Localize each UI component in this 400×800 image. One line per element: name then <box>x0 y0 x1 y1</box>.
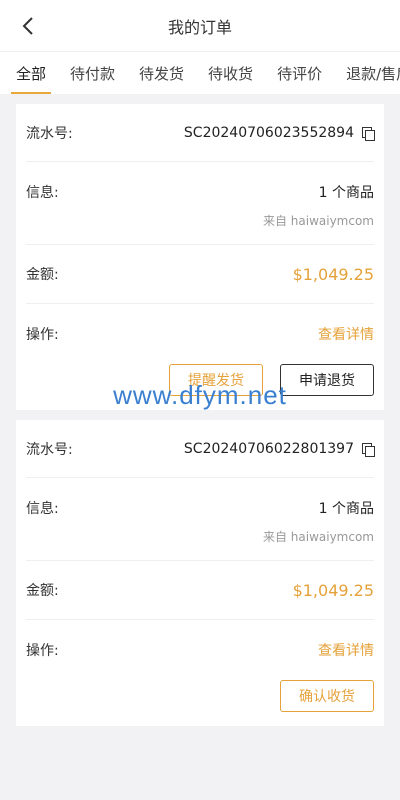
copy-icon[interactable] <box>362 126 375 141</box>
serial-label: 流水号: <box>26 441 73 458</box>
tab-all[interactable]: 全部 <box>4 52 58 94</box>
tab-pending-review[interactable]: 待评价 <box>265 52 334 94</box>
amount-row: 金额: $1,049.25 <box>26 561 374 620</box>
serial-value-wrap: SC20240706022801397 <box>183 440 375 457</box>
serial-number: SC20240706023552894 <box>183 124 354 141</box>
info-label: 信息: <box>26 501 59 517</box>
remind-shipment-button[interactable]: 提醒发货 <box>169 364 263 396</box>
page-title: 我的订单 <box>167 17 232 37</box>
copy-icon[interactable] <box>362 442 375 457</box>
chevron-left-icon <box>22 17 33 35</box>
serial-value-wrap: SC20240706023552894 <box>183 124 375 141</box>
action-label: 操作: <box>26 643 59 659</box>
item-source: 来自 haiwaiymcom <box>262 214 374 228</box>
view-details-link[interactable]: 查看详情 <box>318 324 374 344</box>
order-card: 流水号: SC20240706023552894 信息: 1 个商品 来自 ha… <box>16 104 384 410</box>
info-value: 1 个商品 来自 haiwaiymcom <box>263 182 374 229</box>
header-bar: 我的订单 <box>0 0 400 52</box>
item-count: 1 个商品 <box>318 501 374 517</box>
tab-refund-aftersale[interactable]: 退款/售后 <box>334 52 400 94</box>
request-return-button[interactable]: 申请退货 <box>280 364 374 396</box>
tab-pending-payment[interactable]: 待付款 <box>58 52 127 94</box>
action-row: 操作: 查看详情 <box>26 304 374 364</box>
order-card: 流水号: SC20240706022801397 信息: 1 个商品 来自 ha… <box>16 420 384 726</box>
action-buttons: 确认收货 <box>26 680 374 726</box>
action-row: 操作: 查看详情 <box>26 620 374 680</box>
amount-row: 金额: $1,049.25 <box>26 245 374 304</box>
item-source: 来自 haiwaiymcom <box>262 530 374 544</box>
amount-value: $1,049.25 <box>292 264 374 284</box>
view-details-link[interactable]: 查看详情 <box>318 640 374 660</box>
serial-row: 流水号: SC20240706022801397 <box>26 420 375 478</box>
order-tabs: 全部 待付款 待发货 待收货 待评价 退款/售后 <box>0 52 400 94</box>
info-row: 信息: 1 个商品 来自 haiwaiymcom <box>26 478 374 561</box>
confirm-receipt-button[interactable]: 确认收货 <box>280 680 374 712</box>
action-label: 操作: <box>26 327 59 343</box>
serial-label: 流水号: <box>26 125 73 142</box>
tab-pending-shipment[interactable]: 待发货 <box>127 52 196 94</box>
info-row: 信息: 1 个商品 来自 haiwaiymcom <box>26 162 374 245</box>
amount-label: 金额: <box>26 583 59 599</box>
action-buttons: 提醒发货 申请退货 <box>26 364 374 410</box>
order-list: 流水号: SC20240706023552894 信息: 1 个商品 来自 ha… <box>0 94 400 726</box>
back-button[interactable] <box>12 10 44 42</box>
amount-label: 金额: <box>26 267 59 283</box>
tab-pending-receipt[interactable]: 待收货 <box>196 52 265 94</box>
amount-value: $1,049.25 <box>292 580 374 600</box>
item-count: 1 个商品 <box>318 185 374 201</box>
info-value: 1 个商品 来自 haiwaiymcom <box>263 498 374 545</box>
serial-row: 流水号: SC20240706023552894 <box>26 104 375 162</box>
info-label: 信息: <box>26 185 59 201</box>
serial-number: SC20240706022801397 <box>183 440 354 457</box>
